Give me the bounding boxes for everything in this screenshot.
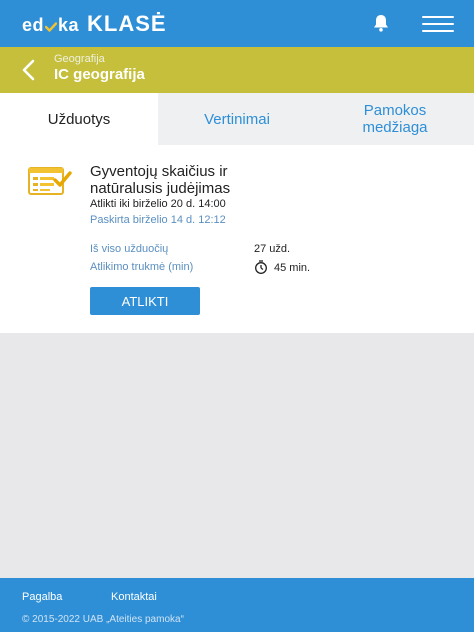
contacts-link[interactable]: Kontaktai [111, 591, 157, 603]
task-assigned-date: Paskirta birželio 14 d. 12:12 [90, 214, 226, 226]
logo-edu-text: ed [22, 15, 45, 35]
task-title[interactable]: Gyventojų skaičius ir natūralusis judėji… [90, 163, 290, 197]
help-link[interactable]: Pagalba [22, 591, 62, 603]
logo-check-icon [45, 22, 58, 32]
chevron-left-icon[interactable] [18, 58, 42, 82]
duration-value: 45 min. [274, 262, 311, 274]
logo-klase-text: KLASĖ [87, 11, 167, 36]
tab-bar: Užduotys Vertinimai Pamokos medžiaga [0, 93, 474, 145]
bell-icon[interactable] [371, 13, 391, 33]
logo-edu-tail-text: ka [58, 15, 80, 35]
subject-label: Geografija [54, 53, 105, 65]
subject-bar: Geografija IC geografija [0, 47, 474, 93]
hamburger-menu-icon[interactable] [422, 15, 454, 33]
total-tasks-label: Iš viso užduočių [90, 243, 169, 255]
task-card: Gyventojų skaičius ir natūralusis judėji… [0, 145, 474, 333]
total-tasks-value: 27 užd. [254, 243, 291, 255]
duration-label: Atlikimo trukmė (min) [90, 261, 194, 273]
edukа-klase-logo[interactable]: ed ka KLASĖ [22, 11, 167, 37]
class-name: IC geografija [54, 66, 145, 83]
assignment-checklist-icon [28, 167, 72, 195]
tab-pamokos-medziaga[interactable]: Pamokos medžiaga [316, 93, 474, 145]
top-bar: ed ka KLASĖ [0, 0, 474, 47]
stopwatch-icon [255, 260, 267, 274]
copyright-text: © 2015-2022 UAB „Ateities pamoka“ [22, 614, 184, 625]
atlikti-button[interactable]: ATLIKTI [90, 287, 200, 315]
footer: Pagalba Kontaktai © 2015-2022 UAB „Ateit… [0, 578, 474, 632]
tab-vertinimai[interactable]: Vertinimai [158, 93, 316, 145]
tab-uzduotys[interactable]: Užduotys [0, 93, 158, 145]
task-due-date: Atlikti iki birželio 20 d. 14:00 [90, 198, 226, 210]
duration-value-wrap: 45 min. [254, 260, 310, 274]
